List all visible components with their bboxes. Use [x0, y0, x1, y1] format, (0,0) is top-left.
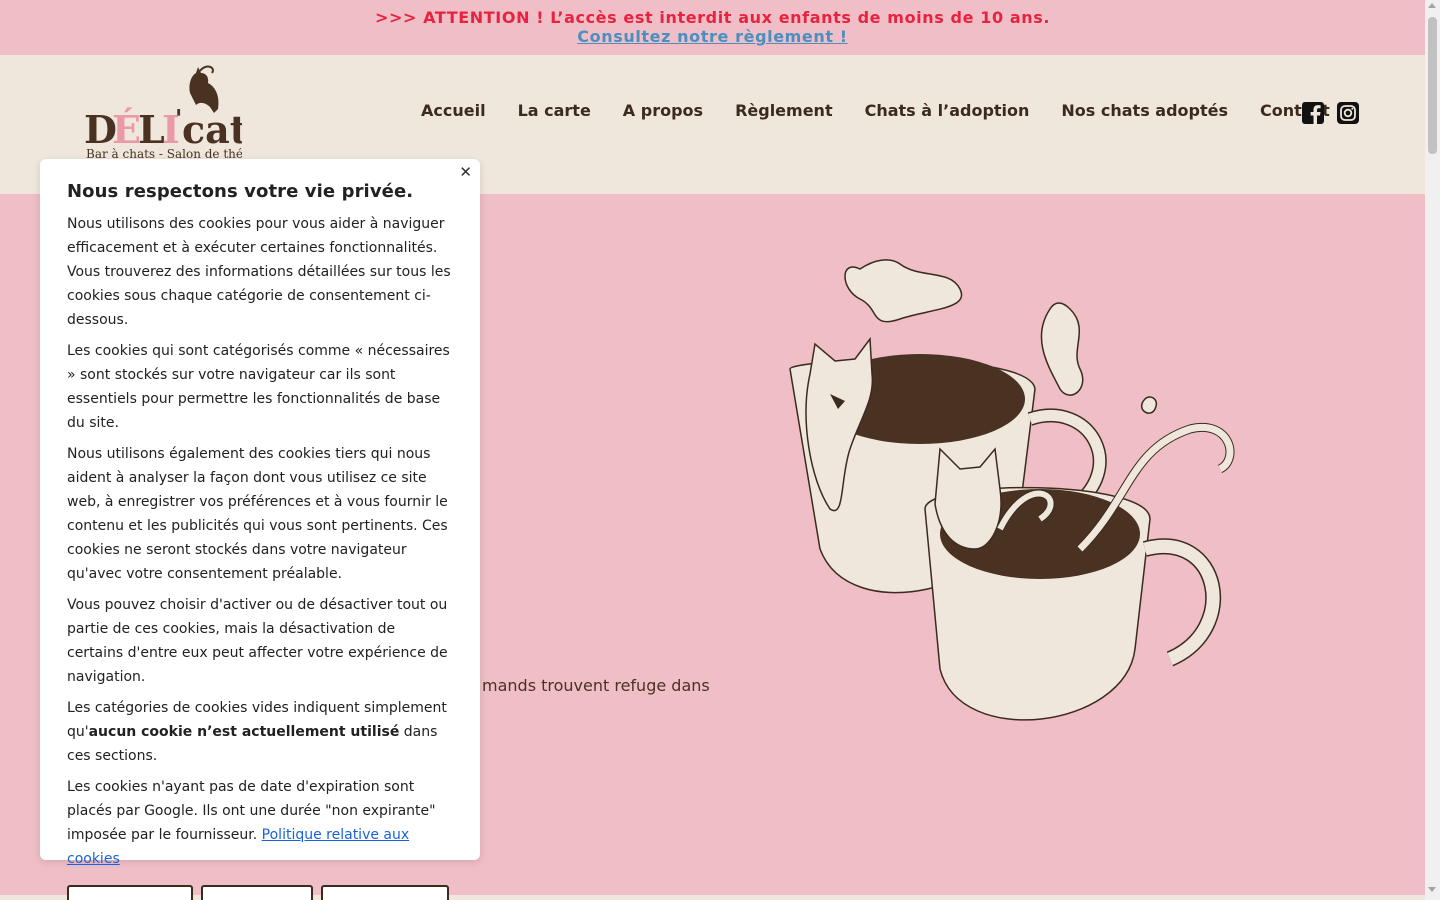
cookie-consent-dialog: ✕ Nous respectons votre vie privée. Nous…	[40, 159, 480, 900]
nav-chats-adoption[interactable]: Chats à l’adoption	[849, 101, 1046, 120]
instagram-icon[interactable]	[1337, 102, 1359, 124]
nav-chats-adoptes[interactable]: Nos chats adoptés	[1045, 101, 1244, 120]
cookie-paragraph-2: Les cookies qui sont catégorisés comme «…	[67, 343, 450, 431]
svg-text:L: L	[138, 107, 165, 152]
main-nav: Accueil La carte A propos Règlement Chat…	[405, 101, 1346, 120]
cookie-buttons: Personnaliser Tout rejeter Tout accepter	[67, 885, 453, 900]
scroll-down-icon[interactable]	[1428, 887, 1436, 892]
age-warning: >>> ATTENTION ! L’accès est interdit aux…	[374, 8, 1051, 27]
facebook-icon[interactable]	[1302, 102, 1324, 124]
nav-a-propos[interactable]: A propos	[607, 101, 719, 120]
scroll-up-icon[interactable]	[1428, 3, 1436, 8]
cookie-paragraph-4: Vous pouvez choisir d'activer ou de désa…	[67, 597, 448, 685]
page-scrollbar[interactable]	[1425, 0, 1440, 900]
cookie-emphasis: aucun cookie n’est actuellement utilisé	[88, 724, 400, 740]
accept-all-button[interactable]: Tout accepter	[321, 885, 449, 900]
nav-reglement[interactable]: Règlement	[719, 101, 849, 120]
social-links	[1302, 102, 1359, 124]
scrollbar-thumb[interactable]	[1428, 17, 1437, 154]
logo-graphic: D É L I ' cat Bar à chats - Salon de thé	[84, 65, 248, 161]
cookie-paragraph-6: Les cookies n'ayant pas de date d'expira…	[67, 779, 436, 867]
nav-la-carte[interactable]: La carte	[502, 101, 607, 120]
announcement-bar: >>> ATTENTION ! L’accès est interdit aux…	[0, 0, 1425, 55]
cookie-title: Nous respectons votre vie privée.	[67, 181, 414, 202]
rules-link[interactable]: Consultez notre règlement !	[577, 27, 847, 46]
reject-all-button[interactable]: Tout rejeter	[201, 885, 314, 900]
cookie-paragraph-5: Les catégories de cookies vides indiquen…	[67, 700, 447, 764]
svg-text:cat: cat	[182, 107, 242, 152]
svg-text:É: É	[112, 107, 141, 152]
cookie-paragraph-1: Nous utilisons des cookies pour vous aid…	[67, 216, 451, 328]
cats-in-cups-illustration	[750, 249, 1250, 739]
nav-accueil[interactable]: Accueil	[405, 101, 502, 120]
site-logo[interactable]: D É L I ' cat Bar à chats - Salon de thé	[82, 65, 248, 161]
customize-button[interactable]: Personnaliser	[67, 885, 194, 900]
cookie-paragraph-3: Nous utilisons également des cookies tie…	[67, 446, 448, 582]
close-icon[interactable]: ✕	[459, 163, 472, 181]
